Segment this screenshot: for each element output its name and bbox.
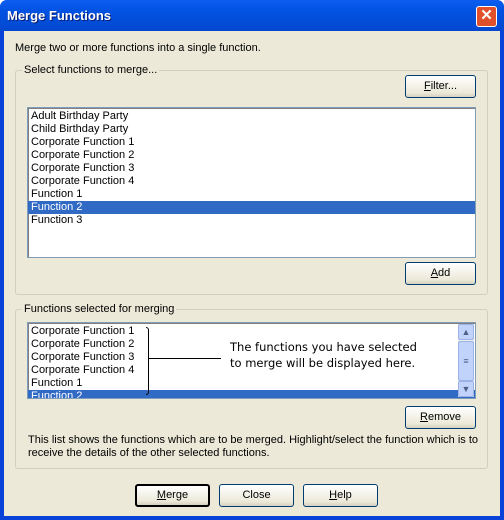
available-functions-list[interactable]: Adult Birthday Party Child Birthday Party…: [27, 107, 476, 258]
list-item[interactable]: Function 1: [28, 377, 475, 390]
list-item[interactable]: Corporate Function 3: [28, 162, 475, 175]
merge-button[interactable]: Merge: [135, 484, 210, 507]
selected-functions-list[interactable]: Corporate Function 1 Corporate Function 2…: [27, 322, 476, 399]
list-item[interactable]: Corporate Function 1: [28, 325, 475, 338]
select-group-label: Select functions to merge...: [22, 64, 160, 76]
scroll-down-icon[interactable]: ▼: [458, 381, 474, 397]
remove-button[interactable]: Remove: [405, 406, 476, 429]
list-item[interactable]: Function 1: [28, 188, 475, 201]
list-item[interactable]: Function 2: [28, 390, 475, 398]
callout-line: [149, 358, 221, 359]
callout-text: The functions you have selected to merge …: [230, 340, 417, 370]
title-bar: Merge Functions ✕: [0, 0, 504, 31]
callout-bracket: [146, 327, 149, 395]
intro-text: Merge two or more functions into a singl…: [15, 42, 261, 54]
close-icon[interactable]: ✕: [476, 6, 497, 27]
help-button[interactable]: Help: [303, 484, 378, 507]
merge-help-text: This list shows the functions which are …: [28, 434, 479, 459]
scroll-up-icon[interactable]: ▲: [458, 324, 474, 340]
list-item[interactable]: Corporate Function 1: [28, 136, 475, 149]
scroll-thumb[interactable]: ≡: [458, 341, 474, 381]
list-item[interactable]: Adult Birthday Party: [28, 110, 475, 123]
list-item[interactable]: Corporate Function 2: [28, 149, 475, 162]
close-button[interactable]: Close: [219, 484, 294, 507]
list-item[interactable]: Corporate Function 4: [28, 175, 475, 188]
add-button[interactable]: Add: [405, 262, 476, 285]
filter-button[interactable]: Filter...: [405, 75, 476, 98]
window-title: Merge Functions: [7, 8, 112, 23]
scrollbar[interactable]: ▲ ≡ ▼: [458, 324, 474, 397]
list-item[interactable]: Function 3: [28, 214, 475, 227]
merge-functions-dialog: Merge Functions ✕ Merge two or more func…: [0, 0, 504, 520]
list-item[interactable]: Function 2: [28, 201, 475, 214]
merge-group-label: Functions selected for merging: [22, 303, 177, 315]
list-item[interactable]: Child Birthday Party: [28, 123, 475, 136]
